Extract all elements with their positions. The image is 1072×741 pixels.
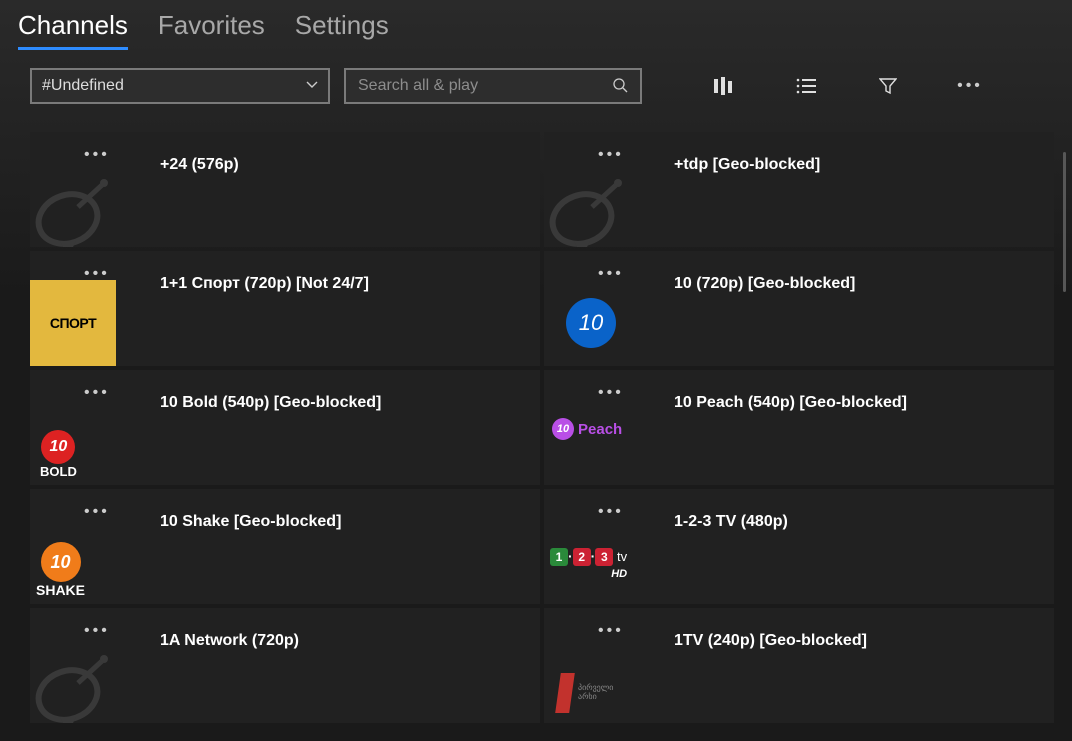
card-more-button[interactable]: ••• — [598, 265, 624, 283]
channel-title: 1+1 Спорт (720p) [Not 24/7] — [160, 275, 369, 293]
channel-card[interactable]: ••• 1·2·3 tvHD 1-2-3 TV (480p) — [544, 489, 1054, 604]
top-tabs: Channels Favorites Settings — [0, 0, 1072, 50]
card-more-button[interactable]: ••• — [84, 622, 110, 640]
list-icon — [796, 78, 816, 94]
channel-card[interactable]: ••• პირველიარხი 1TV (240p) [Geo-blocked] — [544, 608, 1054, 723]
channel-title: 1A Network (720p) — [160, 632, 299, 650]
satellite-dish-icon — [30, 643, 120, 723]
tab-channels[interactable]: Channels — [18, 10, 128, 50]
tab-favorites[interactable]: Favorites — [158, 10, 265, 50]
card-more-button[interactable]: ••• — [84, 384, 110, 402]
channel-card[interactable]: ••• 10SHAKE 10 Shake [Geo-blocked] — [30, 489, 540, 604]
toolbar: #Undefined — [0, 50, 1072, 112]
channel-title: 1TV (240p) [Geo-blocked] — [674, 632, 867, 650]
channel-card[interactable]: ••• 10 10 (720p) [Geo-blocked] — [544, 251, 1054, 366]
list-view-button[interactable] — [784, 68, 828, 104]
filter-icon — [879, 77, 897, 95]
channel-title: 10 Peach (540p) [Geo-blocked] — [674, 394, 907, 412]
dropdown-value: #Undefined — [42, 77, 124, 95]
more-button[interactable]: ••• — [948, 68, 992, 104]
channel-card[interactable]: ••• +24 (576p) — [30, 132, 540, 247]
card-more-button[interactable]: ••• — [598, 384, 624, 402]
channel-title: 10 Bold (540p) [Geo-blocked] — [160, 394, 381, 412]
satellite-dish-icon — [544, 167, 634, 247]
channel-grid: ••• +24 (576p) ••• +tdp [Geo-blocked] ••… — [30, 132, 1060, 723]
satellite-dish-icon — [30, 167, 120, 247]
channel-card[interactable]: ••• 1A Network (720p) — [30, 608, 540, 723]
search-icon[interactable] — [612, 77, 628, 96]
columns-icon — [714, 77, 734, 95]
channel-logo: 10BOLD — [40, 430, 77, 479]
channel-card[interactable]: ••• 10Peach 10 Peach (540p) [Geo-blocked… — [544, 370, 1054, 485]
channel-title: 10 Shake [Geo-blocked] — [160, 513, 341, 531]
card-more-button[interactable]: ••• — [598, 622, 624, 640]
channel-logo: პირველიარხი — [558, 673, 613, 713]
tab-settings[interactable]: Settings — [295, 10, 389, 50]
more-icon: ••• — [957, 77, 983, 95]
channel-card[interactable]: ••• 10BOLD 10 Bold (540p) [Geo-blocked] — [30, 370, 540, 485]
search-input[interactable] — [358, 77, 598, 95]
scrollbar-thumb[interactable] — [1063, 152, 1066, 292]
channel-logo: 10SHAKE — [36, 542, 85, 598]
channel-grid-container: ••• +24 (576p) ••• +tdp [Geo-blocked] ••… — [0, 112, 1072, 741]
channel-card[interactable]: ••• СПОРТ 1+1 Спорт (720p) [Not 24/7] — [30, 251, 540, 366]
channel-logo: СПОРТ — [30, 280, 116, 366]
card-more-button[interactable]: ••• — [598, 146, 624, 164]
channel-logo: 10 — [566, 298, 616, 348]
channel-card[interactable]: ••• +tdp [Geo-blocked] — [544, 132, 1054, 247]
channel-title: +tdp [Geo-blocked] — [674, 156, 820, 174]
channel-logo: 1·2·3 tvHD — [550, 548, 627, 580]
card-more-button[interactable]: ••• — [84, 265, 110, 283]
card-more-button[interactable]: ••• — [598, 503, 624, 521]
card-more-button[interactable]: ••• — [84, 503, 110, 521]
columns-view-button[interactable] — [702, 68, 746, 104]
card-more-button[interactable]: ••• — [84, 146, 110, 164]
channel-logo: 10Peach — [552, 418, 622, 440]
chevron-down-icon — [306, 80, 318, 92]
channel-title: 1-2-3 TV (480p) — [674, 513, 788, 531]
search-box[interactable] — [344, 68, 642, 104]
filter-button[interactable] — [866, 68, 910, 104]
channel-title: 10 (720p) [Geo-blocked] — [674, 275, 855, 293]
channel-title: +24 (576p) — [160, 156, 239, 174]
category-dropdown[interactable]: #Undefined — [30, 68, 330, 104]
